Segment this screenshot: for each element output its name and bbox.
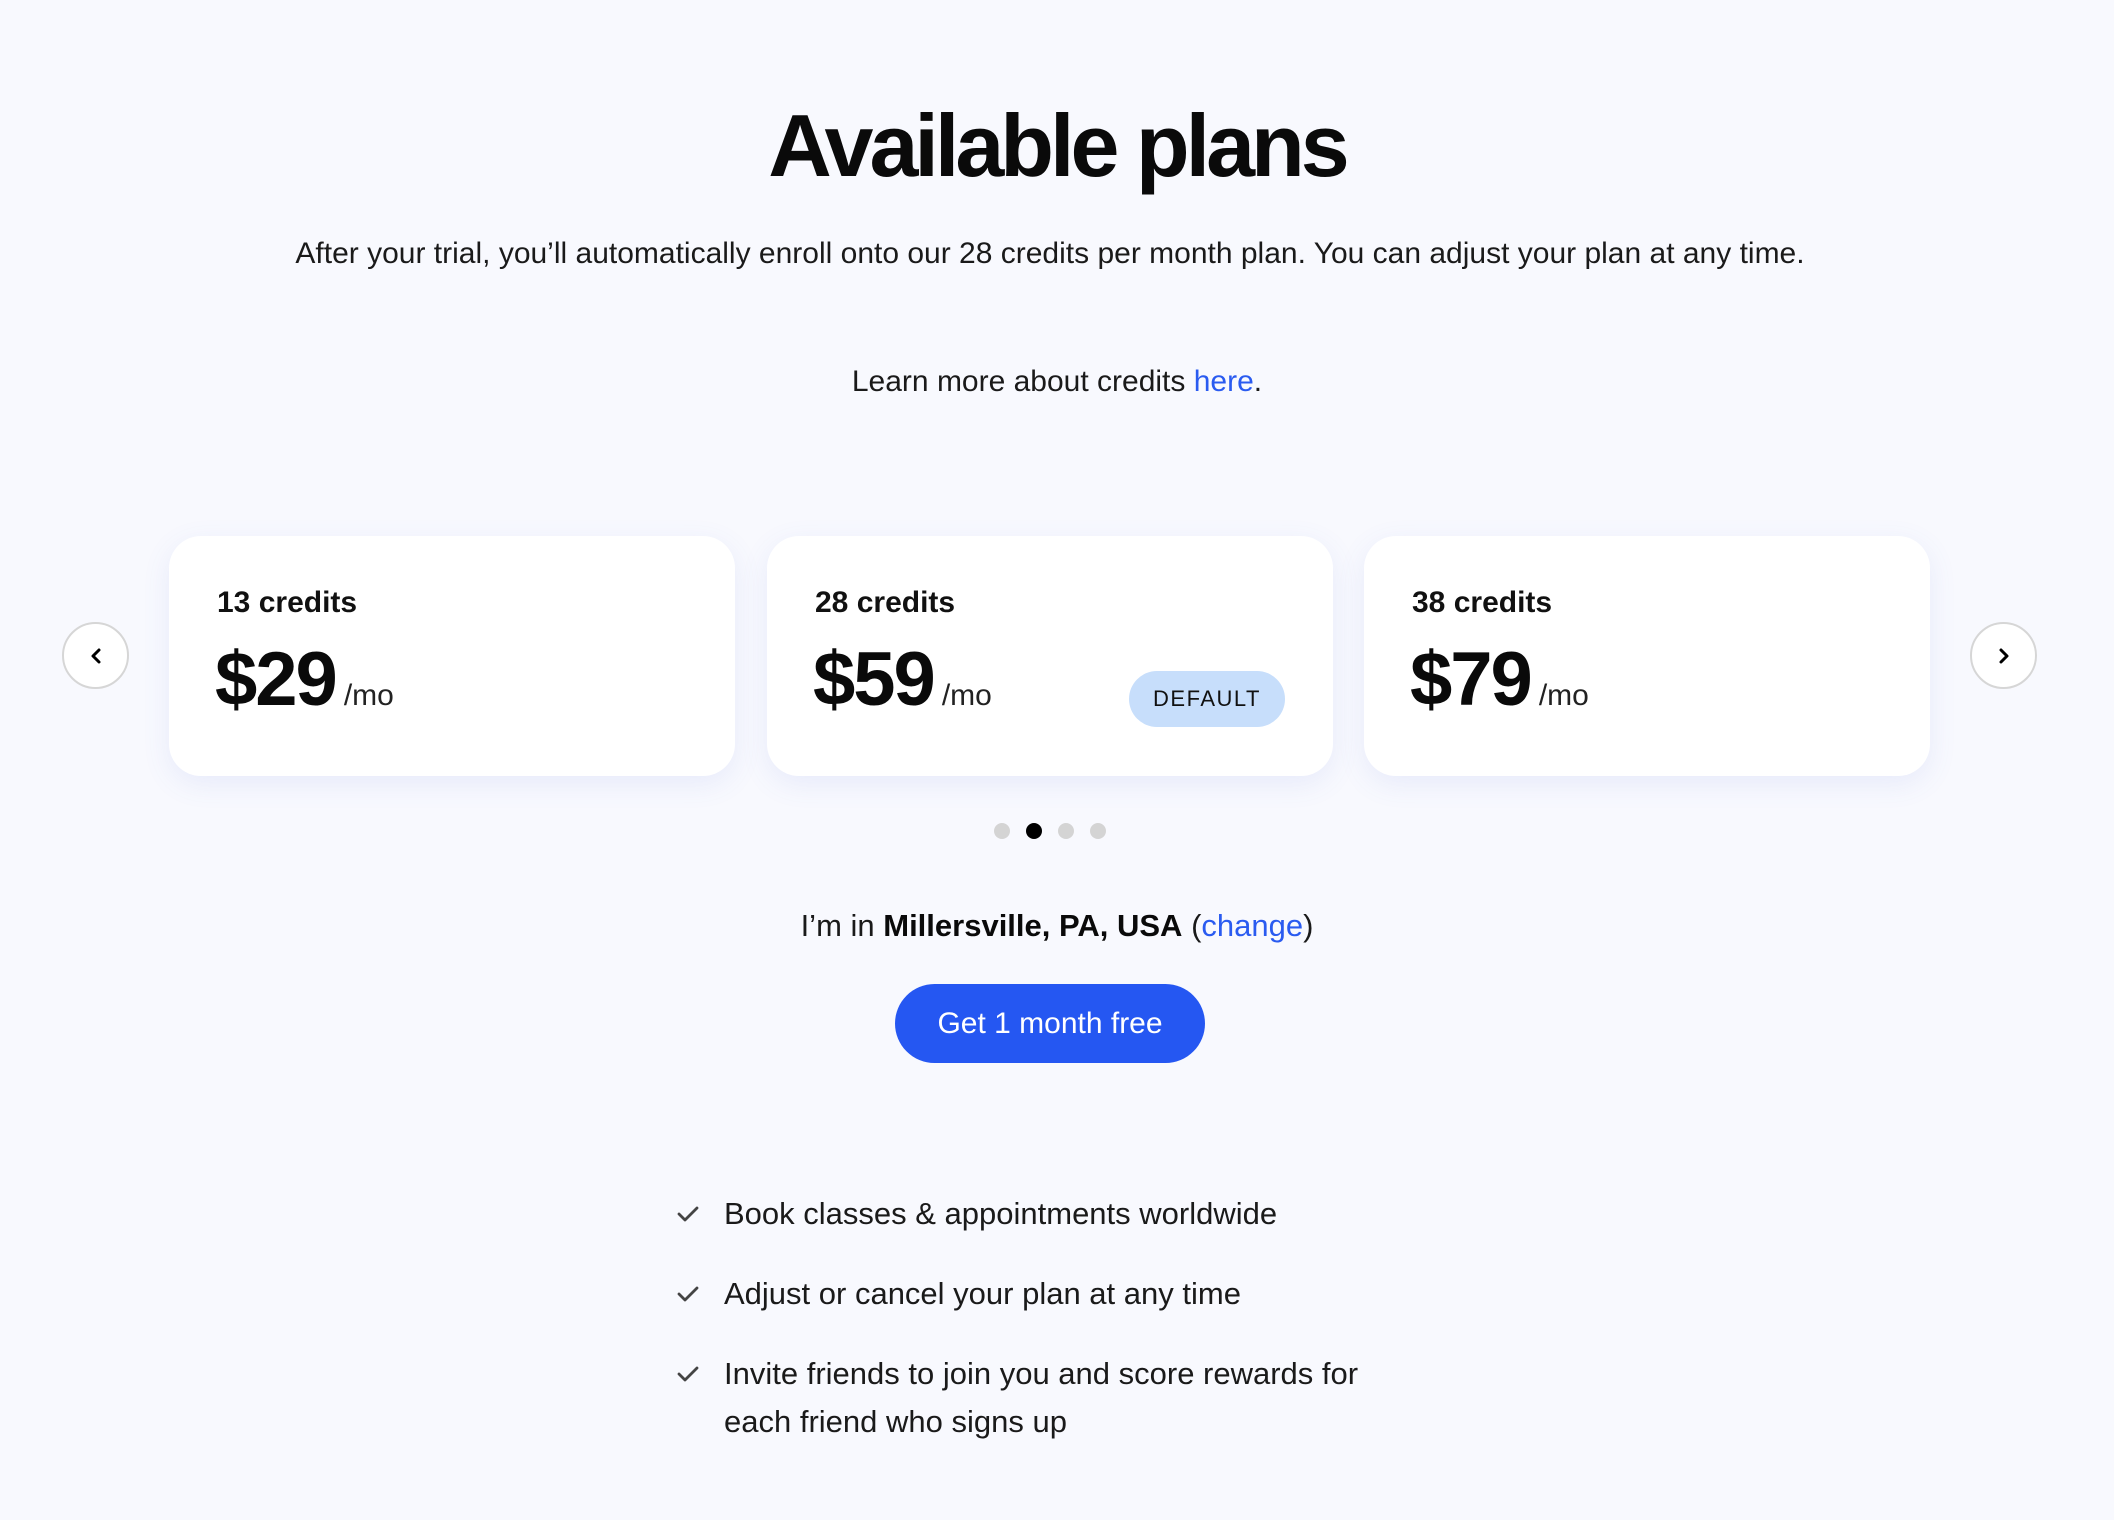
learn-more-prefix: Learn more about credits bbox=[851, 365, 1194, 398]
learn-more-suffix: . bbox=[1253, 365, 1263, 398]
plans-page: Available plans After your trial, you’ll… bbox=[0, 0, 2114, 1520]
carousel-prev-button[interactable] bbox=[62, 622, 129, 689]
intro-text: After your trial, you’ll automatically e… bbox=[295, 237, 1805, 270]
learn-more-link[interactable]: here bbox=[1194, 365, 1254, 398]
feature-text: Invite friends to join you and score rew… bbox=[724, 1356, 1359, 1439]
plan-period: /mo bbox=[1538, 679, 1589, 712]
plan-period: /mo bbox=[941, 679, 992, 712]
plan-credits: 13 credits bbox=[217, 586, 358, 619]
plan-price: $59 bbox=[813, 637, 936, 722]
chevron-left-icon bbox=[91, 648, 100, 663]
feature-list: Book classes & appointments worldwide Ad… bbox=[676, 1190, 1396, 1478]
carousel-next-button[interactable] bbox=[1970, 622, 2037, 689]
carousel-dot-3[interactable] bbox=[1058, 823, 1074, 839]
carousel-dot-4[interactable] bbox=[1090, 823, 1106, 839]
page-title: Available plans bbox=[768, 96, 1349, 195]
check-icon bbox=[676, 1190, 704, 1238]
carousel-dot-2[interactable] bbox=[1026, 823, 1042, 839]
location-place: Millersville, PA, USA bbox=[883, 908, 1183, 943]
feature-item: Invite friends to join you and score rew… bbox=[676, 1350, 1396, 1446]
plan-card-28-credits[interactable]: 28 credits $59 /mo DEFAULT bbox=[767, 536, 1333, 776]
plan-credits: 28 credits bbox=[815, 586, 956, 619]
plan-price: $29 bbox=[215, 637, 338, 722]
plan-price-row: $59 /mo bbox=[813, 636, 992, 723]
plan-price-row: $29 /mo bbox=[215, 636, 394, 723]
change-location-link[interactable]: change bbox=[1201, 908, 1303, 943]
feature-text: Book classes & appointments worldwide bbox=[724, 1196, 1278, 1231]
get-free-month-button[interactable]: Get 1 month free bbox=[895, 984, 1205, 1063]
feature-text: Adjust or cancel your plan at any time bbox=[724, 1276, 1241, 1311]
feature-item: Book classes & appointments worldwide bbox=[676, 1190, 1396, 1238]
learn-more-text: Learn more about credits here. bbox=[0, 358, 2114, 406]
feature-item: Adjust or cancel your plan at any time bbox=[676, 1270, 1396, 1318]
location-prefix: I’m in bbox=[800, 908, 884, 943]
plan-card-38-credits[interactable]: 38 credits $79 /mo bbox=[1364, 536, 1930, 776]
location-open-paren: ( bbox=[1182, 908, 1202, 943]
carousel-dot-1[interactable] bbox=[994, 823, 1010, 839]
location-text: I’m in Millersville, PA, USA (change) bbox=[0, 902, 2114, 950]
carousel-pagination bbox=[994, 823, 1106, 839]
plan-credits: 38 credits bbox=[1412, 586, 1553, 619]
check-icon bbox=[676, 1350, 704, 1398]
location-close-paren: ) bbox=[1303, 908, 1314, 943]
check-icon bbox=[676, 1270, 704, 1318]
plan-card-13-credits[interactable]: 13 credits $29 /mo bbox=[169, 536, 735, 776]
plan-period: /mo bbox=[343, 679, 394, 712]
plan-price-row: $79 /mo bbox=[1410, 636, 1589, 723]
plan-price: $79 bbox=[1410, 637, 1533, 722]
chevron-right-icon bbox=[1999, 648, 2008, 663]
default-badge: DEFAULT bbox=[1129, 671, 1285, 727]
